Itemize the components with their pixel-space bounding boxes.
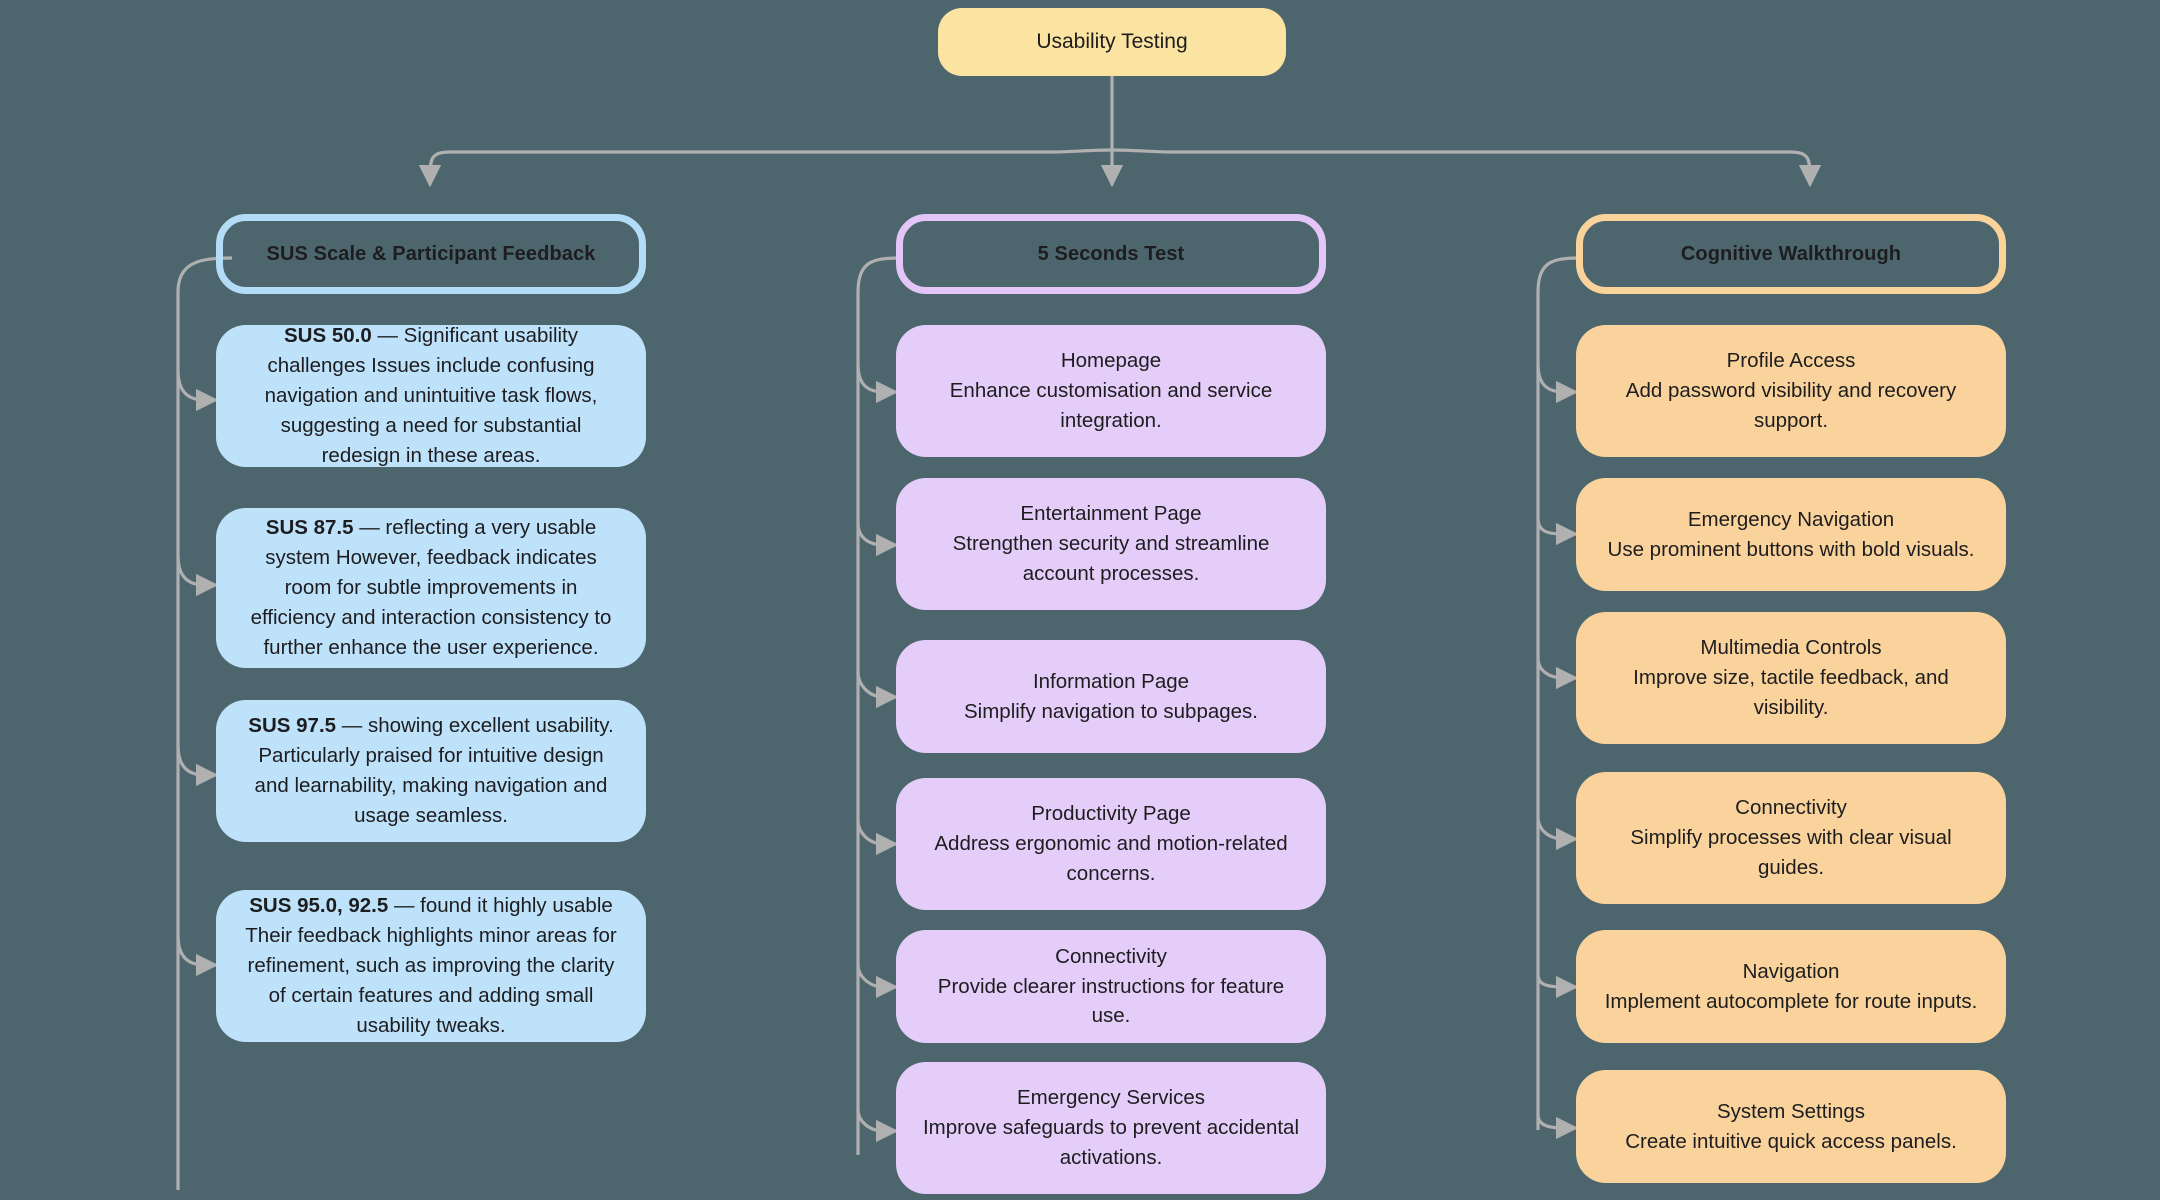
edge-b3-card-5 xyxy=(1536,974,1579,999)
card-bold-prefix: SUS 87.5 xyxy=(265,516,354,540)
card-bold-prefix: SUS 97.5 xyxy=(248,714,337,738)
card-title: Navigation xyxy=(1742,959,1840,983)
branch-header-label: 5 Seconds Test xyxy=(1037,242,1185,265)
card-title: Productivity Page xyxy=(1031,802,1191,826)
card-system-settings[interactable]: System Settings Create intuitive quick ac… xyxy=(1576,1070,2006,1183)
card-bold-prefix: SUS 50.0 xyxy=(284,324,372,348)
card-title: Emergency Navigation xyxy=(1687,507,1895,531)
card-information-page[interactable]: Information Page Simplify navigation to s… xyxy=(896,640,1326,753)
card-body: Simplify navigation to subpages. xyxy=(963,699,1258,723)
card-body: Improve size, tactile feedback, and visi… xyxy=(1633,666,1949,719)
branch-header-label: Cognitive Walkthrough xyxy=(1680,242,1902,265)
card-entertainment-page[interactable]: Entertainment Page Strengthen security an… xyxy=(896,478,1326,610)
edge-branch-2-trunk xyxy=(856,256,901,1155)
edge-root-to-branch-3 xyxy=(1111,148,1822,188)
edge-root-to-branch-1 xyxy=(418,148,1113,188)
edge-b3-card-3 xyxy=(1536,657,1579,690)
card-title: Connectivity xyxy=(1055,944,1167,968)
card-body: Implement autocomplete for route inputs. xyxy=(1604,989,1978,1013)
edge-b2-card-2 xyxy=(856,522,899,557)
branch-header-cognitive-walkthrough[interactable]: Cognitive Walkthrough xyxy=(1576,214,2006,294)
card-sus-95-92[interactable]: SUS 95.0, 92.5 — found it highly usable … xyxy=(216,890,646,1042)
edge-b2-card-3 xyxy=(856,671,899,709)
root-node-label: Usability Testing xyxy=(1036,29,1188,53)
edge-b3-card-6 xyxy=(1536,1114,1579,1140)
card-body: Strengthen security and streamline accou… xyxy=(952,532,1270,585)
card-body: Add password visibility and recovery sup… xyxy=(1625,379,1957,432)
edge-b3-card-4 xyxy=(1536,816,1579,851)
card-navigation[interactable]: Navigation Implement autocomplete for rou… xyxy=(1576,930,2006,1043)
card-title: Homepage xyxy=(1060,349,1162,373)
card-body: Simplify processes with clear visual gui… xyxy=(1630,826,1952,879)
card-multimedia-controls[interactable]: Multimedia Controls Improve size, tactile… xyxy=(1576,612,2006,744)
card-dash: — xyxy=(371,324,404,348)
card-title: Entertainment Page xyxy=(1020,502,1202,526)
card-dash: — xyxy=(353,516,386,540)
edge-b2-card-1 xyxy=(856,364,899,404)
card-homepage[interactable]: Homepage Enhance customisation and servic… xyxy=(896,325,1326,457)
branch-header-5-seconds-test[interactable]: 5 Seconds Test xyxy=(896,214,1326,294)
edge-b3-card-1 xyxy=(1536,364,1579,404)
card-profile-access[interactable]: Profile Access Add password visibility an… xyxy=(1576,325,2006,457)
card-body: Improve safeguards to prevent accidental… xyxy=(922,1116,1300,1169)
edge-b3-card-2 xyxy=(1536,517,1579,546)
card-body: Provide clearer instructions for feature… xyxy=(937,974,1285,1028)
edge-b1-card-4 xyxy=(176,934,219,977)
card-connectivity-5s[interactable]: Connectivity Provide clearer instructions… xyxy=(896,930,1326,1043)
root-node[interactable]: Usability Testing xyxy=(938,8,1286,76)
card-connectivity-cw[interactable]: Connectivity Simplify processes with clea… xyxy=(1576,772,2006,904)
diagram-canvas: Usability Testing SUS Scale & Participan… xyxy=(0,0,2160,1200)
card-emergency-navigation[interactable]: Emergency Navigation Use prominent button… xyxy=(1576,478,2006,591)
edge-b1-card-3 xyxy=(176,744,219,787)
card-title: Connectivity xyxy=(1735,796,1847,820)
card-sus-87[interactable]: SUS 87.5 — reflecting a very usable syst… xyxy=(216,508,646,668)
card-title: Multimedia Controls xyxy=(1700,636,1882,660)
edge-b2-card-6 xyxy=(856,1109,899,1143)
card-title: Emergency Services xyxy=(1017,1086,1205,1110)
card-body: Enhance customisation and service integr… xyxy=(949,379,1273,432)
card-title: Profile Access xyxy=(1726,349,1856,373)
branch-header-sus-scale[interactable]: SUS Scale & Participant Feedback xyxy=(216,214,646,294)
card-body: Use prominent buttons with bold visuals. xyxy=(1607,537,1975,561)
card-title: Information Page xyxy=(1032,669,1190,693)
edge-branch-3-trunk xyxy=(1536,256,1581,1130)
edge-b2-card-4 xyxy=(856,819,899,856)
edge-b1-card-1 xyxy=(176,369,219,412)
card-sus-97[interactable]: SUS 97.5 — showing excellent usability. … xyxy=(216,700,646,842)
card-productivity-page[interactable]: Productivity Page Address ergonomic and m… xyxy=(896,778,1326,910)
card-bold-prefix: SUS 95.0, 92.5 xyxy=(249,894,389,918)
card-emergency-services[interactable]: Emergency Services Improve safeguards to … xyxy=(896,1062,1326,1194)
card-title: System Settings xyxy=(1716,1099,1866,1123)
card-body: Address ergonomic and motion-related con… xyxy=(934,832,1288,885)
card-dash: — xyxy=(336,714,368,738)
card-body: Create intuitive quick access panels. xyxy=(1625,1129,1957,1153)
edge-b1-card-2 xyxy=(176,554,219,597)
card-dash: — xyxy=(388,894,421,918)
branch-header-label: SUS Scale & Participant Feedback xyxy=(266,242,596,265)
edge-b2-card-5 xyxy=(856,964,899,999)
card-sus-50[interactable]: SUS 50.0 — Significant usability challen… xyxy=(216,324,646,467)
